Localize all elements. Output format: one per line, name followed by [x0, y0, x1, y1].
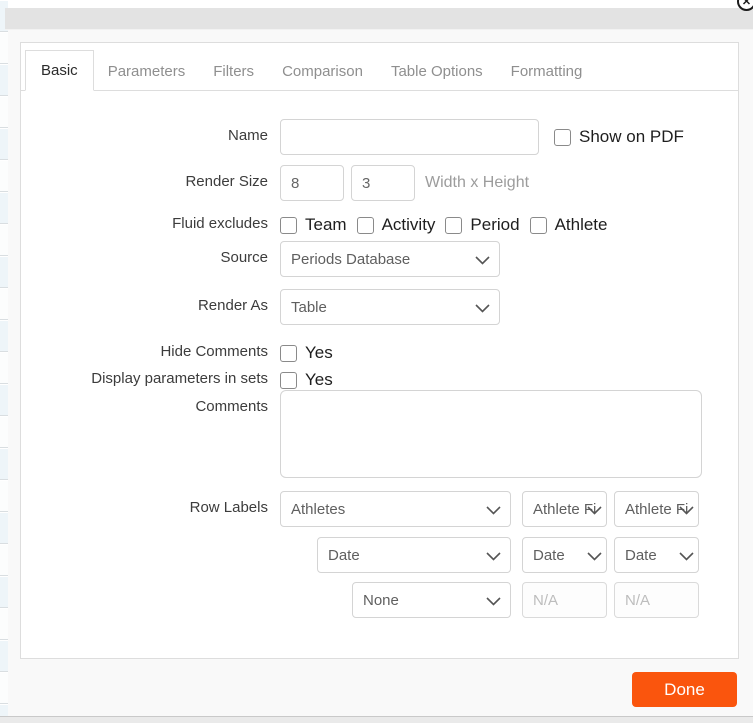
- row-labels-main-select-3[interactable]: None: [352, 582, 511, 618]
- render-height-input[interactable]: [351, 165, 415, 201]
- display-parameters-checkbox[interactable]: [280, 371, 297, 389]
- chevron-down-icon: [475, 256, 490, 265]
- row-labels-na-field-a: N/A: [522, 582, 607, 618]
- display-parameters-label: Display parameters in sets: [91, 370, 268, 387]
- show-on-pdf-checkbox[interactable]: [554, 128, 571, 146]
- tab-filters[interactable]: Filters: [199, 53, 268, 90]
- show-on-pdf-label: Show on PDF: [579, 127, 684, 146]
- row-labels-row-1: Row Labels Athletes Athlete Fi Athlete F…: [21, 491, 738, 527]
- render-width-input[interactable]: [280, 165, 344, 201]
- row-labels-sub-select-2b[interactable]: Date: [614, 537, 699, 573]
- background-page-sliver: [0, 0, 8, 723]
- row-labels-label: Row Labels: [189, 499, 268, 516]
- na-value-a: N/A: [533, 591, 559, 609]
- source-select[interactable]: Periods Database: [280, 241, 500, 277]
- name-label: Name: [227, 127, 268, 144]
- hide-comments-label: Hide Comments: [160, 343, 268, 360]
- render-size-hint: Width x Height: [425, 174, 530, 191]
- row-labels-na-field-b: N/A: [614, 582, 699, 618]
- na-value-b: N/A: [625, 591, 651, 609]
- hide-comments-row: Hide Comments Yes: [21, 339, 738, 363]
- comments-row: Comments: [21, 390, 738, 478]
- chevron-down-icon: [679, 552, 694, 561]
- fluid-excludes-options: Team Activity Period Athlete: [280, 211, 618, 235]
- hide-comments-group: Yes: [280, 339, 333, 363]
- row-labels-sub-select-1b[interactable]: Athlete Fi: [614, 491, 699, 527]
- row-labels-sub-select-2a[interactable]: Date: [522, 537, 607, 573]
- edit-element-dialog: Basic Parameters Filters Comparison Tabl…: [8, 30, 753, 716]
- tab-table-options[interactable]: Table Options: [377, 53, 497, 90]
- chevron-down-icon: [486, 597, 501, 606]
- background-bottom-strip: [0, 716, 753, 723]
- done-button[interactable]: Done: [632, 672, 737, 707]
- name-row: Name Show on PDF: [21, 119, 738, 155]
- comments-label: Comments: [195, 398, 268, 415]
- display-parameters-option-label: Yes: [305, 370, 333, 389]
- row-labels-sub-select-1a[interactable]: Athlete Fi: [522, 491, 607, 527]
- chevron-down-icon: [587, 552, 602, 561]
- render-as-select-value: Table: [291, 298, 327, 316]
- row-labels-row-3: None N/A N/A: [21, 582, 738, 618]
- comments-textarea[interactable]: [280, 390, 702, 478]
- render-as-row: Render As Table: [21, 289, 738, 325]
- fluid-excludes-row: Fluid excludes Team Activity Period Athl…: [21, 211, 738, 235]
- chevron-down-icon: [679, 506, 694, 515]
- chevron-down-icon: [475, 304, 490, 313]
- basic-form: Name Show on PDF Render Size Width x Hei…: [21, 91, 738, 618]
- chevron-down-icon: [486, 552, 501, 561]
- chevron-down-icon: [486, 506, 501, 515]
- row-labels-main-select-1[interactable]: Athletes: [280, 491, 511, 527]
- fluid-team-label: Team: [305, 215, 347, 234]
- source-row: Source Periods Database: [21, 241, 738, 277]
- name-input[interactable]: [280, 119, 539, 155]
- render-as-label: Render As: [197, 297, 268, 314]
- hide-comments-option-label: Yes: [305, 343, 333, 362]
- tab-parameters[interactable]: Parameters: [94, 53, 200, 90]
- hide-comments-checkbox[interactable]: [280, 344, 297, 362]
- render-size-row: Render Size Width x Height: [21, 165, 738, 201]
- display-parameters-group: Yes: [280, 366, 333, 390]
- fluid-period-label: Period: [470, 215, 520, 234]
- render-size-label: Render Size: [185, 173, 268, 190]
- row-labels-sub-value-2a: Date: [533, 546, 565, 564]
- fluid-athlete-checkbox[interactable]: [529, 216, 547, 234]
- fluid-period-checkbox[interactable]: [445, 216, 463, 234]
- fluid-activity-label: Activity: [381, 215, 436, 234]
- row-labels-main-value-1: Athletes: [291, 500, 346, 518]
- fluid-excludes-label: Fluid excludes: [172, 215, 268, 232]
- tab-comparison[interactable]: Comparison: [268, 53, 377, 90]
- dialog-panel: Basic Parameters Filters Comparison Tabl…: [20, 42, 739, 659]
- row-labels-main-value-3: None: [363, 591, 399, 609]
- fluid-activity-checkbox[interactable]: [356, 216, 374, 234]
- background-top-band: [5, 8, 753, 30]
- row-labels-row-2: Date Date Date: [21, 537, 738, 573]
- show-on-pdf-group: Show on PDF: [554, 127, 684, 147]
- row-labels-main-value-2: Date: [328, 546, 360, 564]
- fluid-athlete-label: Athlete: [554, 215, 608, 234]
- render-as-select[interactable]: Table: [280, 289, 500, 325]
- source-label: Source: [220, 249, 268, 266]
- tab-basic[interactable]: Basic: [25, 50, 94, 91]
- fluid-team-checkbox[interactable]: [280, 216, 297, 234]
- chevron-down-icon: [587, 506, 602, 515]
- dialog-tabbar: Basic Parameters Filters Comparison Tabl…: [21, 43, 738, 91]
- row-labels-sub-value-2b: Date: [625, 546, 657, 564]
- tab-formatting[interactable]: Formatting: [497, 53, 597, 90]
- source-select-value: Periods Database: [291, 250, 411, 268]
- row-labels-main-select-2[interactable]: Date: [317, 537, 511, 573]
- display-parameters-row: Display parameters in sets Yes: [21, 366, 738, 390]
